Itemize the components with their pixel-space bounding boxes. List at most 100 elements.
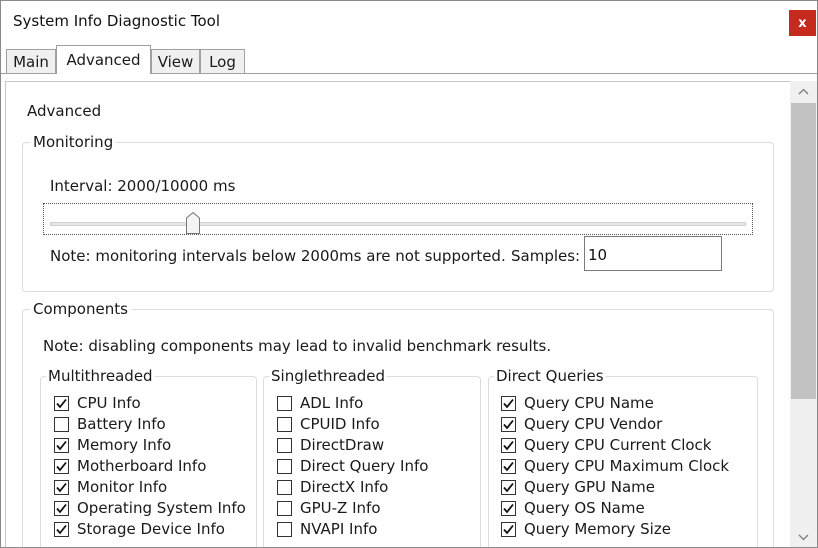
checkbox[interactable] <box>277 458 292 474</box>
checkbox[interactable] <box>54 416 69 432</box>
tab-advanced[interactable]: Advanced <box>56 45 151 74</box>
direct-queries-legend: Direct Queries <box>494 367 606 385</box>
checkbox-row[interactable]: ADL Info <box>277 393 363 413</box>
checkbox[interactable] <box>54 395 69 411</box>
checkbox[interactable] <box>277 500 292 516</box>
checkbox-label: CPU Info <box>77 394 141 412</box>
checkbox-row[interactable]: Monitor Info <box>54 477 167 497</box>
checkbox-row[interactable]: NVAPI Info <box>277 519 377 539</box>
checkmark-icon <box>56 482 67 492</box>
checkbox-row[interactable]: Query OS Name <box>501 498 645 518</box>
checkbox-label: DirectDraw <box>300 436 385 454</box>
checkbox-row[interactable]: Motherboard Info <box>54 456 206 476</box>
checkbox-row[interactable]: Battery Info <box>54 414 166 434</box>
checkmark-icon <box>503 440 514 450</box>
checkbox-row[interactable]: CPU Info <box>54 393 141 413</box>
checkmark-icon <box>503 461 514 471</box>
checkbox[interactable] <box>501 395 516 411</box>
checkbox-row[interactable]: Query CPU Current Clock <box>501 435 711 455</box>
scroll-down-button[interactable] <box>790 527 817 547</box>
checkmark-icon <box>56 503 67 513</box>
checkbox[interactable] <box>501 521 516 537</box>
checkmark-icon <box>503 524 514 534</box>
checkbox[interactable] <box>501 479 516 495</box>
close-button[interactable]: x <box>789 10 816 36</box>
samples-input[interactable] <box>584 236 722 271</box>
checkbox[interactable] <box>277 479 292 495</box>
checkbox-label: Motherboard Info <box>77 457 207 475</box>
components-note: Note: disabling components may lead to i… <box>43 337 552 355</box>
vertical-scrollbar[interactable] <box>790 81 817 547</box>
singlethreaded-legend: Singlethreaded <box>269 367 388 385</box>
checkbox[interactable] <box>54 500 69 516</box>
checkbox[interactable] <box>277 437 292 453</box>
checkmark-icon <box>503 503 514 513</box>
interval-slider[interactable] <box>43 203 753 235</box>
checkbox-label: Query CPU Current Clock <box>524 436 712 454</box>
checkbox-label: Memory Info <box>77 436 172 454</box>
checkbox-label: Query CPU Vendor <box>524 415 663 433</box>
tab-log[interactable]: Log <box>200 49 245 73</box>
checkbox[interactable] <box>54 479 69 495</box>
tab-label: View <box>157 52 194 71</box>
checkmark-icon <box>503 482 514 492</box>
checkbox[interactable] <box>501 416 516 432</box>
scroll-up-button[interactable] <box>790 81 817 101</box>
app-window: System Info Diagnostic Tool x Main Advan… <box>0 0 818 548</box>
checkbox-label: Battery Info <box>77 415 166 433</box>
tab-main[interactable]: Main <box>6 49 56 73</box>
checkbox-label: Query GPU Name <box>524 478 656 496</box>
checkbox-row[interactable]: DirectDraw <box>277 435 384 455</box>
close-icon: x <box>798 15 807 31</box>
checkbox-row[interactable]: Storage Device Info <box>54 519 225 539</box>
checkbox[interactable] <box>501 500 516 516</box>
checkbox-row[interactable]: Query CPU Vendor <box>501 414 662 434</box>
checkbox-row[interactable]: DirectX Info <box>277 477 388 497</box>
slider-track <box>50 222 746 226</box>
checkbox-label: Query CPU Name <box>524 394 654 412</box>
checkbox-row[interactable]: CPUID Info <box>277 414 380 434</box>
checkmark-icon <box>503 419 514 429</box>
checkbox-row[interactable]: Query GPU Name <box>501 477 655 497</box>
page-title: Advanced <box>27 102 102 120</box>
checkbox-row[interactable]: Memory Info <box>54 435 171 455</box>
checkbox[interactable] <box>54 521 69 537</box>
monitoring-legend: Monitoring <box>30 133 117 151</box>
slider-thumb[interactable] <box>186 212 200 234</box>
checkbox-row[interactable]: Operating System Info <box>54 498 246 518</box>
checkbox-label: NVAPI Info <box>300 520 378 538</box>
checkbox[interactable] <box>54 437 69 453</box>
tab-label: Log <box>209 52 236 71</box>
samples-label: Samples: <box>511 247 581 265</box>
checkbox-label: Storage Device Info <box>77 520 225 538</box>
tab-view[interactable]: View <box>151 49 200 73</box>
checkbox-row[interactable]: Direct Query Info <box>277 456 428 476</box>
checkbox-row[interactable]: Query Memory Size <box>501 519 671 539</box>
checkbox-label: Query Memory Size <box>524 520 671 538</box>
checkbox-label: CPUID Info <box>300 415 380 433</box>
checkmark-icon <box>56 440 67 450</box>
checkmark-icon <box>56 524 67 534</box>
checkbox-label: GPU-Z Info <box>300 499 381 517</box>
checkmark-icon <box>56 461 67 471</box>
checkbox[interactable] <box>277 416 292 432</box>
checkbox-row[interactable]: Query CPU Maximum Clock <box>501 456 729 476</box>
checkbox[interactable] <box>501 437 516 453</box>
checkbox-label: Operating System Info <box>77 499 246 517</box>
checkbox-row[interactable]: GPU-Z Info <box>277 498 381 518</box>
tab-label: Advanced <box>66 51 141 69</box>
checkbox[interactable] <box>54 458 69 474</box>
scroll-thumb[interactable] <box>791 103 816 399</box>
checkbox[interactable] <box>277 521 292 537</box>
multithreaded-legend: Multithreaded <box>46 367 155 385</box>
chevron-down-icon <box>798 534 809 540</box>
tab-label: Main <box>13 52 49 71</box>
checkbox-label: ADL Info <box>300 394 364 412</box>
checkbox[interactable] <box>277 395 292 411</box>
checkmark-icon <box>56 398 67 408</box>
checkbox[interactable] <box>501 458 516 474</box>
checkbox-label: Monitor Info <box>77 478 168 496</box>
checkbox-row[interactable]: Query CPU Name <box>501 393 654 413</box>
window-title: System Info Diagnostic Tool <box>13 12 220 30</box>
interval-label: Interval: 2000/10000 ms <box>50 177 236 195</box>
